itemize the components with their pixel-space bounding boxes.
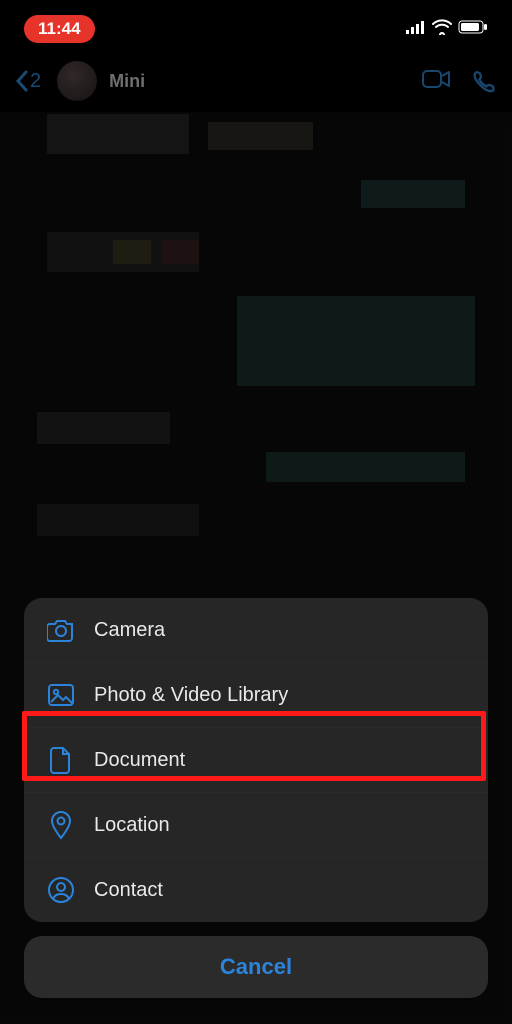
attachment-option-library[interactable]: Photo & Video Library [24,662,488,727]
battery-icon [458,20,488,39]
option-label: Location [94,814,170,837]
option-label: Document [94,749,185,772]
document-icon [46,745,76,775]
avatar[interactable] [57,61,97,101]
attachment-action-sheet: Camera Photo & Video Library Document Lo… [24,598,488,998]
wifi-icon [432,19,452,40]
status-time-recording[interactable]: 11:44 [24,15,95,43]
attachment-options: Camera Photo & Video Library Document Lo… [24,598,488,922]
option-label: Camera [94,619,165,642]
contact-person-icon [46,875,76,905]
cancel-button[interactable]: Cancel [24,936,488,998]
attachment-option-camera[interactable]: Camera [24,598,488,662]
back-count: 2 [30,70,41,93]
attachment-option-document[interactable]: Document [24,727,488,792]
chevron-left-icon [14,69,30,93]
location-pin-icon [46,810,76,840]
video-call-icon[interactable] [422,69,450,93]
chat-header: 2 Mini [0,50,512,112]
option-label: Photo & Video Library [94,684,288,707]
contact-meta[interactable]: Mini [109,71,410,92]
back-button[interactable]: 2 [14,69,41,93]
contact-name: Mini [109,71,410,92]
cellular-icon [406,20,426,39]
status-bar: 11:44 [0,0,512,50]
option-label: Contact [94,879,163,902]
voice-call-icon[interactable] [470,69,498,93]
status-icons [406,19,488,40]
attachment-option-location[interactable]: Location [24,792,488,857]
attachment-option-contact[interactable]: Contact [24,857,488,922]
camera-icon [46,615,76,645]
photo-library-icon [46,680,76,710]
